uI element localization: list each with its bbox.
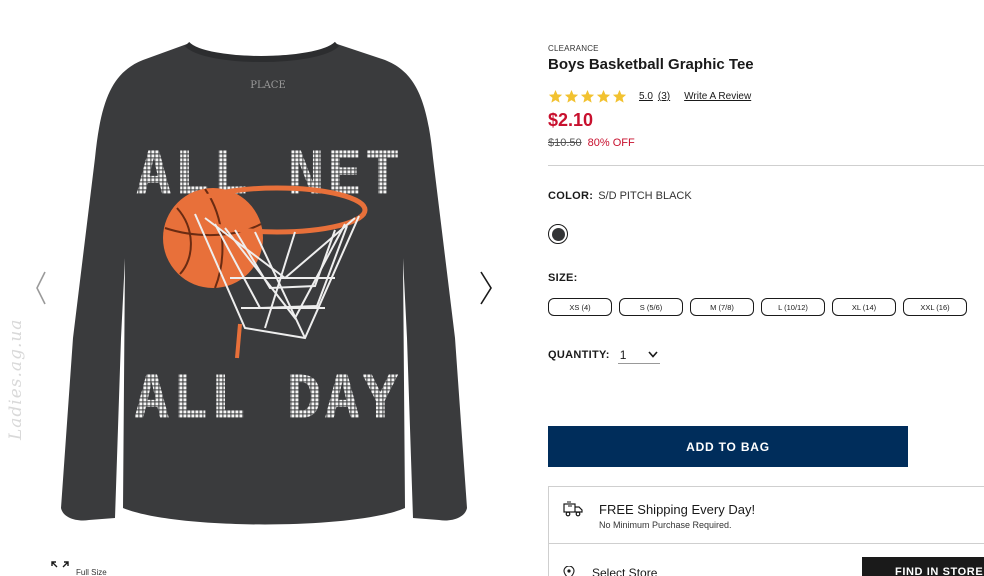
size-option-xxl[interactable]: XXL (16) — [903, 298, 967, 316]
review-count-link[interactable]: (3) — [658, 91, 670, 102]
color-swatch-pitch-black[interactable] — [548, 224, 568, 244]
find-in-store-button[interactable]: FIND IN STORE — [862, 557, 984, 576]
star-icon — [596, 89, 611, 103]
size-option-xl[interactable]: XL (14) — [832, 298, 896, 316]
star-icon — [564, 89, 579, 103]
size-option-xs[interactable]: XS (4) — [548, 298, 612, 316]
select-store-link[interactable]: Select Store — [592, 566, 657, 576]
product-image[interactable]: PLACE ALL NET ALL DAY — [55, 38, 473, 538]
size-option-l[interactable]: L (10/12) — [761, 298, 825, 316]
brand-tag: PLACE — [250, 80, 286, 91]
chevron-down-icon — [648, 351, 658, 358]
product-title: Boys Basketball Graphic Tee — [548, 56, 754, 73]
sale-price: $2.10 — [548, 110, 594, 130]
delivery-truck-icon — [563, 501, 583, 517]
watermark-text: Ladies.ag.ua — [6, 318, 26, 440]
color-label: COLOR: — [548, 190, 594, 202]
star-icon — [580, 89, 595, 103]
product-details: CLEARANCE Boys Basketball Graphic Tee 5.… — [548, 0, 984, 576]
size-option-s[interactable]: S (5/6) — [619, 298, 683, 316]
star-icon — [612, 89, 627, 103]
shipping-subtitle: No Minimum Purchase Required. — [599, 520, 732, 530]
write-review-link[interactable]: Write A Review — [684, 91, 751, 102]
expand-icon — [51, 561, 69, 568]
shirt-text-line1: ALL NET — [136, 139, 403, 209]
size-options: XS (4) S (5/6) M (7/8) L (10/12) XL (14)… — [548, 298, 967, 316]
star-rating[interactable] — [548, 89, 627, 104]
shirt-text-line2: ALL DAY — [134, 363, 401, 433]
quantity-select[interactable]: 1 — [617, 346, 660, 364]
divider — [548, 165, 984, 166]
quantity-row: QUANTITY: 1 — [548, 346, 660, 364]
color-value: S/D PITCH BLACK — [598, 190, 692, 202]
size-label: SIZE: — [548, 272, 578, 284]
size-option-m[interactable]: M (7/8) — [690, 298, 754, 316]
previous-image-arrow[interactable] — [32, 268, 52, 308]
quantity-label: QUANTITY: — [548, 349, 610, 361]
rating-score-link[interactable]: 5.0 — [639, 91, 653, 102]
original-price: $10.50 — [548, 137, 582, 149]
product-rating: 5.0 (3) Write A Review — [548, 89, 751, 104]
next-image-arrow[interactable] — [476, 268, 496, 308]
add-to-bag-button[interactable]: ADD TO BAG — [548, 426, 908, 467]
divider — [549, 543, 984, 544]
chevron-left-icon — [36, 271, 46, 305]
shirt-body — [61, 44, 467, 525]
swatch-fill — [551, 227, 565, 241]
chevron-right-icon — [480, 271, 492, 305]
color-selection: COLOR: S/D PITCH BLACK — [548, 190, 692, 202]
star-icon — [548, 89, 563, 103]
shipping-title: FREE Shipping Every Day! — [599, 502, 756, 517]
location-pin-icon — [563, 566, 575, 576]
quantity-value: 1 — [619, 347, 627, 362]
product-gallery: PLACE ALL NET ALL DAY Ladies.ag.ua Full … — [0, 0, 520, 576]
shipping-store-panel: FREE Shipping Every Day! No Minimum Purc… — [548, 486, 984, 576]
full-size-label: Full Size — [76, 568, 107, 576]
discount-label: 80% OFF — [587, 137, 635, 149]
full-size-button[interactable]: Full Size — [50, 560, 107, 576]
price-details: $10.50 80% OFF — [548, 137, 635, 149]
clearance-label: CLEARANCE — [548, 44, 599, 53]
